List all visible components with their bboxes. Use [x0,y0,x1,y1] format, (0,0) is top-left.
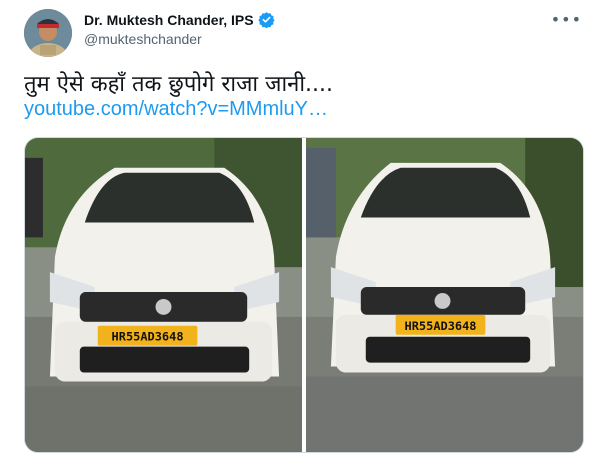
car-photo: HR55AD3648 [25,138,302,452]
tweet-link[interactable]: youtube.com/watch?v=MMmluY… [24,98,328,121]
author-avatar[interactable] [24,9,72,57]
author-handle[interactable]: @mukteshchander [84,31,202,47]
verified-badge-icon [257,12,275,28]
author-name-row: Dr. Muktesh Chander, IPS [84,11,275,28]
number-plate: HR55AD3648 [405,319,477,333]
author-name[interactable]: Dr. Muktesh Chander, IPS [84,12,254,28]
photo-right[interactable]: HR55AD3648 [306,138,583,452]
number-plate: HR55AD3648 [112,330,184,344]
media-grid: HR55AD3648 HR55AD3648 [24,137,584,453]
photo-left[interactable]: HR55AD3648 [25,138,302,452]
tweet-text: तुम ऐसे कहाँ तक छुपोगे राजा जानी.... [24,72,334,97]
more-options-icon[interactable]: ••• [551,10,582,29]
car-photo: HR55AD3648 [306,138,583,452]
avatar-portrait [24,9,72,57]
